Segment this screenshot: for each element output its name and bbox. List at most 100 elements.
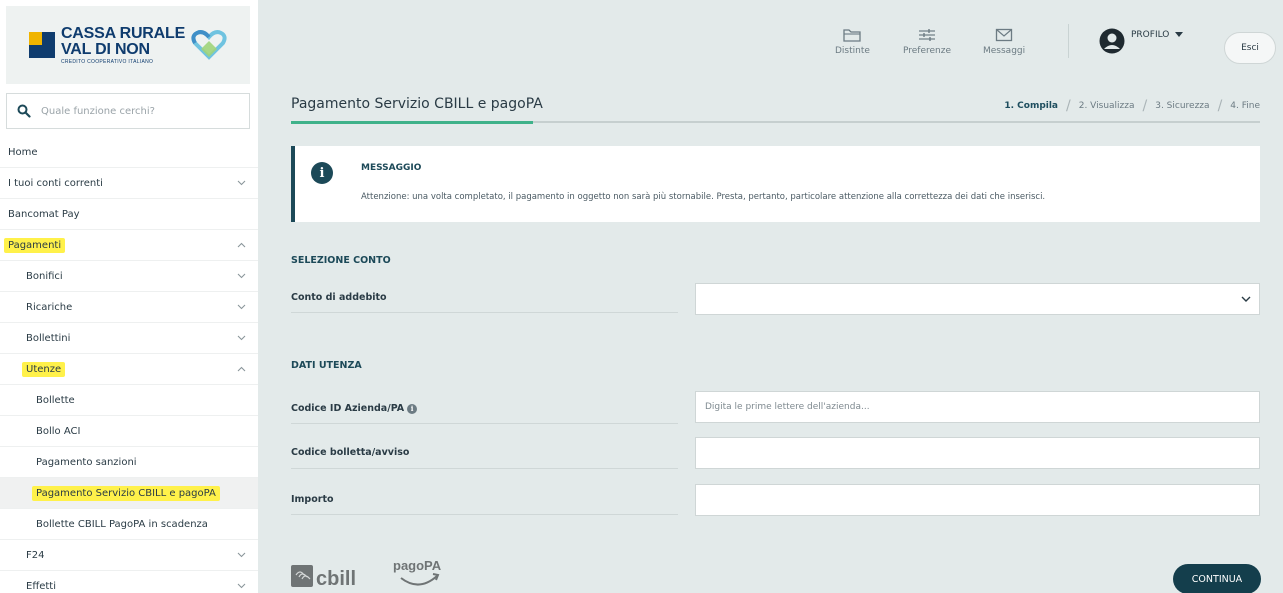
chevron-down-icon [237,304,246,310]
sidebar-item-label: Bollette [36,394,75,406]
codice-id-label-row: Codice ID Azienda/PA i [291,403,418,414]
sidebar-item-bollo-aci[interactable]: Bollo ACI [0,416,258,447]
label-divider [291,312,678,313]
sidebar-item-label: Home [8,146,38,158]
codice-id-label: Codice ID Azienda/PA [291,403,405,414]
chevron-down-icon [237,273,246,279]
messaggi-label: Messaggi [983,46,1026,56]
codice-bolletta-input[interactable] [696,438,1259,468]
sidebar-item-pagamento-servizio-cbill-e-pagopa[interactable]: Pagamento Servizio CBILL e pagoPA [0,478,258,509]
progress-fill [291,121,534,124]
importo-field[interactable] [695,484,1260,516]
sidebar-item-label: Pagamenti [4,237,66,253]
sidebar-item-label: Pagamento Servizio CBILL e pagoPA [32,485,220,501]
codice-id-input[interactable] [696,392,1259,422]
sidebar: CASSA RURALE VAL DI NON CREDITO COOPERAT… [0,0,258,593]
brand-logo-area[interactable]: CASSA RURALE VAL DI NON CREDITO COOPERAT… [6,6,250,84]
preferenze-label: Preferenze [903,46,952,56]
section-dati-utenza: DATI UTENZA [291,360,362,371]
caret-down-icon [1175,32,1184,37]
continue-button[interactable]: CONTINUA [1173,564,1261,593]
sidebar-item-i-tuoi-conti-correnti[interactable]: I tuoi conti correnti [0,168,258,199]
sidebar-item-label: Pagamento sanzioni [36,456,137,468]
logout-button[interactable]: Esci [1224,32,1276,64]
messaggi-button[interactable]: Messaggi [983,28,1025,56]
importo-input[interactable] [696,485,1259,515]
conto-addebito-label: Conto di addebito [291,292,387,303]
label-divider [291,423,678,424]
profile-label: PROFILO [1131,30,1170,40]
sidebar-menu: Home I tuoi conti correnti Bancomat Pay Pag… [0,137,258,593]
chevron-down-icon [1241,296,1251,302]
step-separator: / [1066,98,1071,114]
preferenze-button[interactable]: Preferenze [903,28,951,56]
conto-addebito-select[interactable] [695,283,1260,315]
importo-label: Importo [291,494,334,505]
pagopa-logo: pagoPA [393,558,442,586]
sidebar-item-label: F24 [26,549,45,561]
sidebar-item-pagamento-sanzioni[interactable]: Pagamento sanzioni [0,447,258,478]
page-title: Pagamento Servizio CBILL e pagoPA [291,96,543,112]
user-avatar-icon [1099,28,1125,54]
sidebar-item-utenze[interactable]: Utenze [0,354,258,385]
sidebar-item-label: Bollo ACI [36,425,81,437]
step-sicurezza: 3. Sicurezza [1155,101,1210,111]
codice-bolletta-label: Codice bolletta/avviso [291,447,410,458]
brand-tagline: CREDITO COOPERATIVO ITALIANO [60,58,154,65]
brand-logo[interactable]: CASSA RURALE VAL DI NON CREDITO COOPERAT… [28,24,227,65]
wizard-steps: 1. Compila / 2. Visualizza / 3. Sicurezz… [1004,98,1260,114]
message-title: MESSAGGIO [361,163,422,173]
section-selezione-conto: SELEZIONE CONTO [291,255,391,266]
sidebar-item-ricariche[interactable]: Ricariche [0,292,258,323]
sidebar-item-home[interactable]: Home [0,137,258,168]
codice-id-field[interactable] [695,391,1260,423]
conto-addebito-value[interactable] [696,284,1259,314]
chevron-down-icon [237,583,246,589]
label-divider [291,468,678,469]
brand-name-line2: VAL DI NON [60,40,150,58]
chevron-down-icon [237,180,246,186]
sidebar-item-bancomat-pay[interactable]: Bancomat Pay [0,199,258,230]
chevron-up-icon [237,366,246,372]
sliders-icon [919,29,936,41]
sidebar-item-bollettini[interactable]: Bollettini [0,323,258,354]
sidebar-item-effetti[interactable]: Effetti [0,571,258,593]
cbill-text: cbill [316,568,356,589]
sidebar-item-bollette[interactable]: Bollette [0,385,258,416]
sidebar-item-label: Ricariche [26,301,73,313]
step-fine: 4. Fine [1230,101,1260,111]
sidebar-item-f24[interactable]: F24 [0,540,258,571]
envelope-icon [995,28,1013,42]
payment-logos: cbill pagoPA [291,556,451,592]
step-visualizza: 2. Visualizza [1078,101,1135,111]
info-icon[interactable]: i [407,403,418,414]
search-input[interactable] [41,105,231,117]
sidebar-item-label: Utenze [22,361,66,377]
message-text: Attenzione: una volta completato, il pag… [361,192,1046,202]
info-icon: i [311,162,333,184]
chevron-down-icon [237,552,246,558]
sidebar-item-bonifici[interactable]: Bonifici [0,261,258,292]
sidebar-item-label: Effetti [26,580,56,592]
topbar-divider [1068,24,1069,58]
sidebar-item-bollette-cbill-pagopa-in-scadenza[interactable]: Bollette CBILL PagoPA in scadenza [0,509,258,540]
sidebar-item-label: I tuoi conti correnti [8,177,103,189]
brand-square-icon [28,32,55,58]
search-icon [17,104,31,118]
top-bar: Distinte Preferenze Messaggi PROFILO Esc… [269,6,1283,78]
function-search[interactable] [6,93,250,129]
step-separator: / [1142,98,1148,114]
sidebar-item-label: Bancomat Pay [8,208,80,220]
sidebar-item-pagamenti[interactable]: Pagamenti [0,230,258,261]
distinte-button[interactable]: Distinte [835,28,870,56]
step-separator: / [1217,98,1223,114]
profile-menu[interactable]: PROFILO [1099,28,1184,54]
brand-name-line1: CASSA RURALE [60,24,186,42]
sidebar-item-label: Bollette CBILL PagoPA in scadenza [36,518,208,530]
codice-bolletta-field[interactable] [695,437,1260,469]
chevron-down-icon [237,335,246,341]
chevron-up-icon [237,242,246,248]
step-compila: 1. Compila [1004,101,1059,111]
cbill-logo: cbill [291,565,356,589]
pagopa-text: pagoPA [393,558,442,573]
